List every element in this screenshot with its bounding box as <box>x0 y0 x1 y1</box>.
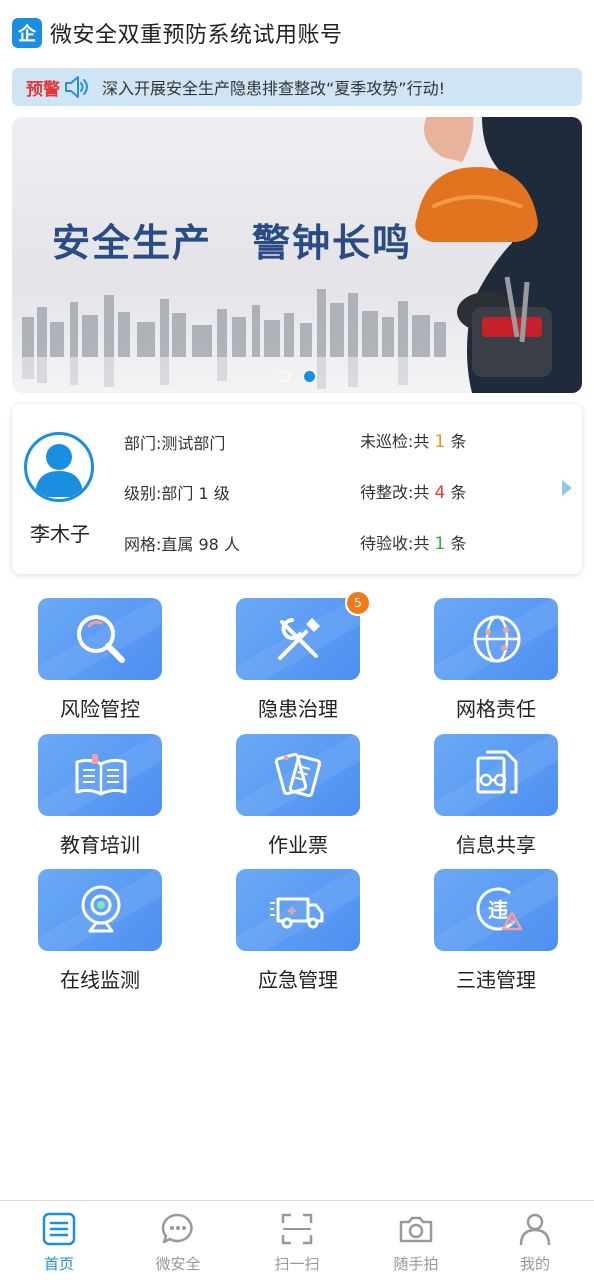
banner-carousel[interactable]: 安全生产 警钟长鸣 <box>12 117 582 393</box>
app-title: 微安全双重预防系统试用账号 <box>50 23 343 48</box>
tab-scan[interactable]: 扫一扫 <box>238 1207 356 1277</box>
ambulance-icon <box>270 897 324 929</box>
pending-fix-count: 4 <box>434 483 446 503</box>
magnifier-icon <box>77 615 125 663</box>
globe-network-icon <box>473 615 521 663</box>
pending-check-row[interactable]: 待验收:共 1 条 <box>360 530 466 554</box>
enterprise-logo-icon: 企 <box>12 18 42 48</box>
user-name: 李木子 <box>30 522 90 546</box>
tickets-icon <box>274 752 322 798</box>
banner-slogan: 安全生产 警钟长鸣 <box>52 212 412 267</box>
camera-icon <box>399 1216 433 1243</box>
pending-check-count: 1 <box>434 534 446 554</box>
pending-fix-suffix: 条 <box>450 483 467 502</box>
bottom-tab-bar: 首页 微安全 扫一扫 随手拍 我的 <box>0 1200 594 1280</box>
module-label: 在线监测 <box>60 968 140 992</box>
module-online-monitoring[interactable]: 在线监测 <box>35 869 165 992</box>
uninspected-label: 未巡检: <box>360 432 414 451</box>
module-label: 网格责任 <box>456 697 536 721</box>
user-icon <box>519 1213 551 1246</box>
module-label: 应急管理 <box>258 968 338 992</box>
department-value: 测试部门 <box>161 434 226 453</box>
level-label: 级别: <box>124 484 162 503</box>
svg-text:违: 违 <box>488 898 508 922</box>
module-icon-box: 违 <box>434 869 558 951</box>
home-list-icon <box>42 1212 76 1246</box>
pending-fix-label: 待整改: <box>360 483 414 502</box>
tab-label: 随手拍 <box>393 1255 439 1273</box>
open-book-icon <box>75 754 127 796</box>
pending-check-prefix: 共 <box>413 534 430 553</box>
module-risk-control[interactable]: 风险管控 <box>35 598 165 721</box>
uninspected-suffix: 条 <box>450 432 467 451</box>
uninspected-row[interactable]: 未巡检:共 1 条 <box>360 428 466 452</box>
uninspected-prefix: 共 <box>413 432 430 451</box>
department-label: 部门: <box>124 434 162 453</box>
tab-snapshot[interactable]: 随手拍 <box>357 1207 475 1277</box>
app-header: 企 微安全双重预防系统试用账号 <box>0 0 594 66</box>
module-icon-box <box>236 869 360 951</box>
module-emergency-management[interactable]: 应急管理 <box>233 869 363 992</box>
chevron-right-icon[interactable] <box>562 480 572 496</box>
pending-fix-row[interactable]: 待整改:共 4 条 <box>360 479 466 503</box>
module-icon-box <box>236 598 360 680</box>
violation-warning-icon: 违 <box>476 887 523 931</box>
user-avatar-icon <box>35 444 83 497</box>
module-education-training[interactable]: 教育培训 <box>35 734 165 857</box>
carousel-dot-1[interactable] <box>279 371 290 382</box>
tab-label: 我的 <box>519 1255 550 1273</box>
module-icon-box <box>236 734 360 816</box>
tab-mine[interactable]: 我的 <box>476 1207 594 1277</box>
pending-check-suffix: 条 <box>450 534 467 553</box>
module-label: 三违管理 <box>456 968 536 992</box>
chat-bubble-icon <box>161 1213 193 1244</box>
level-value: 部门 1 级 <box>161 484 230 503</box>
module-label: 教育培训 <box>60 833 140 857</box>
carousel-dot-2-active[interactable] <box>304 371 315 382</box>
module-label: 信息共享 <box>456 833 536 857</box>
tab-label: 微安全 <box>155 1255 201 1273</box>
module-hazard-management[interactable]: 5 隐患治理 <box>233 590 371 721</box>
tab-label: 扫一扫 <box>274 1255 320 1273</box>
module-label: 风险管控 <box>60 697 140 721</box>
module-icon-box <box>38 598 162 680</box>
avatar <box>24 432 94 502</box>
pending-check-label: 待验收: <box>360 534 414 553</box>
grid-row: 网格:直属 98 人 <box>124 531 240 555</box>
department-row: 部门:测试部门 <box>124 430 225 454</box>
warning-notice-text: 深入开展安全生产隐患排查整改“夏季攻势”行动! <box>102 79 445 98</box>
banner-slogan-left: 安全生产 <box>52 221 213 265</box>
scan-icon <box>281 1213 313 1245</box>
module-violation-management[interactable]: 违 三违管理 <box>431 869 561 992</box>
module-label: 作业票 <box>268 833 328 857</box>
module-grid-responsibility[interactable]: 网格责任 <box>431 598 561 721</box>
tab-label: 首页 <box>43 1255 74 1273</box>
warning-notice-bar[interactable]: 预警 深入开展安全生产隐患排查整改“夏季攻势”行动! <box>12 68 582 106</box>
pending-fix-prefix: 共 <box>413 483 430 502</box>
tools-icon <box>278 618 320 660</box>
uninspected-count: 1 <box>434 432 446 452</box>
module-label: 隐患治理 <box>258 697 338 721</box>
module-icon-box <box>434 734 558 816</box>
tab-micro-safety[interactable]: 微安全 <box>119 1207 237 1277</box>
module-icon-box <box>38 869 162 951</box>
module-info-sharing[interactable]: 信息共享 <box>431 734 561 857</box>
module-icon-box <box>434 598 558 680</box>
grid-value: 直属 98 人 <box>161 535 240 554</box>
module-work-ticket[interactable]: 作业票 <box>233 734 363 857</box>
level-row: 级别:部门 1 级 <box>124 480 230 504</box>
module-icon-box <box>38 734 162 816</box>
speaker-icon <box>65 76 88 98</box>
tab-home[interactable]: 首页 <box>0 1207 118 1277</box>
warning-tag: 预警 <box>26 79 60 100</box>
banner-slogan-right: 警钟长鸣 <box>252 221 413 265</box>
camera-monitor-icon <box>81 885 121 933</box>
notification-badge: 5 <box>345 590 371 616</box>
user-profile-card[interactable]: 李木子 部门:测试部门 级别:部门 1 级 网格:直属 98 人 未巡检:共 1… <box>12 404 582 574</box>
document-glasses-icon <box>476 750 518 794</box>
grid-label: 网格: <box>124 535 162 554</box>
